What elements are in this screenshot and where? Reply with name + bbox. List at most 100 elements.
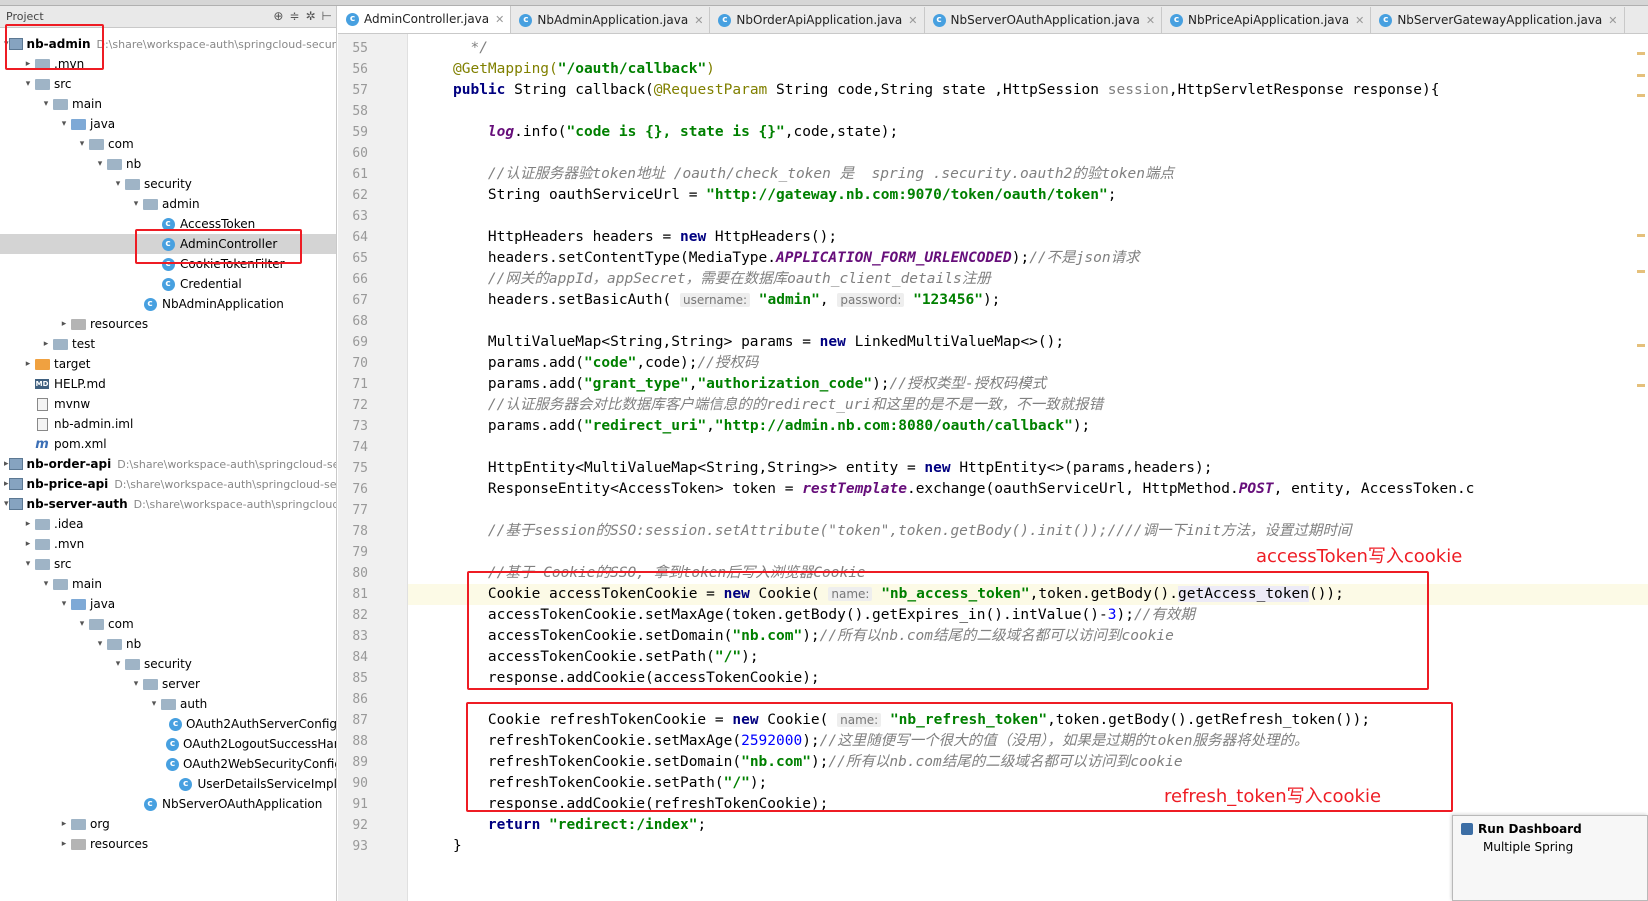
settings-icon[interactable]: ✲ bbox=[305, 9, 315, 23]
close-icon[interactable]: ✕ bbox=[1146, 14, 1155, 27]
tree-item[interactable]: c Credential bbox=[0, 274, 336, 294]
code-line[interactable]: //网关的appId，appSecret，需要在数据库oauth_client_… bbox=[453, 269, 991, 290]
tree-item[interactable]: ▸ nb-price-api D:\share\workspace-auth\spr… bbox=[0, 474, 336, 494]
tree-item[interactable]: ▸ nb-order-api D:\share\workspace-auth\spr… bbox=[0, 454, 336, 474]
code-line[interactable]: refreshTokenCookie.setMaxAge(2592000);//… bbox=[453, 731, 1309, 752]
tree-item[interactable]: m pom.xml bbox=[0, 434, 336, 454]
tree-item[interactable]: ▾ nb-server-auth D:\share\workspace-auth\s… bbox=[0, 494, 336, 514]
locate-icon[interactable]: ⊕ bbox=[273, 9, 283, 23]
code-line[interactable]: log.info("code is {}, state is {}",code,… bbox=[453, 122, 898, 143]
hide-panel-icon[interactable]: ⊢ bbox=[322, 9, 332, 23]
close-icon[interactable]: ✕ bbox=[1608, 14, 1617, 27]
code-line[interactable]: public String callback(@RequestParam Str… bbox=[453, 80, 1439, 101]
tree-item[interactable]: ▸ target bbox=[0, 354, 336, 374]
tree-item[interactable]: ▾ main bbox=[0, 94, 336, 114]
tree-item[interactable]: ▾ com bbox=[0, 614, 336, 634]
tree-item[interactable]: ▸ resources bbox=[0, 834, 336, 854]
tree-item[interactable]: ▾ java bbox=[0, 114, 336, 134]
code-line[interactable]: String oauthServiceUrl = "http://gateway… bbox=[453, 185, 1117, 206]
tree-item[interactable]: c OAuth2AuthServerConfig bbox=[0, 714, 336, 734]
chevron-right-icon[interactable]: ▸ bbox=[22, 59, 34, 69]
close-icon[interactable]: ✕ bbox=[908, 14, 917, 27]
chevron-right-icon[interactable]: ▸ bbox=[58, 819, 70, 829]
code-line[interactable]: params.add("code",code);//授权码 bbox=[453, 353, 759, 374]
code-line[interactable]: //认证服务器会对比数据库客户端信息的的redirect_uri和这里的是不是一… bbox=[453, 395, 1103, 416]
tree-item[interactable]: ▾ auth bbox=[0, 694, 336, 714]
tree-item[interactable]: c OAuth2LogoutSuccessHan bbox=[0, 734, 336, 754]
tree-item[interactable]: c UserDetailsServiceImpl bbox=[0, 774, 336, 794]
code-line[interactable]: headers.setContentType(MediaType.APPLICA… bbox=[453, 248, 1140, 269]
code-line[interactable]: @GetMapping("/oauth/callback") bbox=[453, 59, 715, 80]
code-line[interactable]: //认证服务器验token地址 /oauth/check_token 是 spr… bbox=[453, 164, 1174, 185]
chevron-down-icon[interactable]: ▾ bbox=[130, 679, 142, 689]
tree-item[interactable]: ▾ src bbox=[0, 74, 336, 94]
tree-item[interactable]: c OAuth2WebSecurityConfig bbox=[0, 754, 336, 774]
chevron-down-icon[interactable]: ▾ bbox=[76, 619, 88, 629]
chevron-down-icon[interactable]: ▾ bbox=[58, 119, 70, 129]
tree-item[interactable]: ▾ admin bbox=[0, 194, 336, 214]
chevron-right-icon[interactable]: ▸ bbox=[58, 839, 70, 849]
code-line[interactable]: //基于 Cookie的SSO, 拿到token后写入浏览器Cookie bbox=[453, 563, 866, 584]
chevron-down-icon[interactable]: ▾ bbox=[130, 199, 142, 209]
code-line[interactable]: response.addCookie(refreshTokenCookie); bbox=[453, 794, 828, 815]
tree-item[interactable]: ▾ java bbox=[0, 594, 336, 614]
chevron-down-icon[interactable]: ▾ bbox=[22, 79, 34, 89]
editor-tab[interactable]: c AdminController.java ✕ bbox=[338, 6, 512, 33]
code-line[interactable]: return "redirect:/index"; bbox=[453, 815, 706, 836]
tree-item[interactable]: ▾ com bbox=[0, 134, 336, 154]
chevron-right-icon[interactable]: ▸ bbox=[58, 319, 70, 329]
code-line[interactable]: HttpHeaders headers = new HttpHeaders(); bbox=[453, 227, 837, 248]
code-line[interactable]: headers.setBasicAuth( username: "admin",… bbox=[453, 290, 1001, 311]
tree-item[interactable]: ▸ .idea bbox=[0, 514, 336, 534]
code-line[interactable]: params.add("redirect_uri","http://admin.… bbox=[453, 416, 1090, 437]
code-line[interactable]: MultiValueMap<String,String> params = ne… bbox=[453, 332, 1064, 353]
code-line[interactable]: refreshTokenCookie.setPath("/"); bbox=[453, 773, 767, 794]
tree-item[interactable]: ▸ test bbox=[0, 334, 336, 354]
code-line[interactable]: refreshTokenCookie.setDomain("nb.com");/… bbox=[453, 752, 1183, 773]
code-line[interactable]: Cookie refreshTokenCookie = new Cookie( … bbox=[453, 710, 1370, 731]
chevron-down-icon[interactable]: ▾ bbox=[148, 699, 160, 709]
chevron-down-icon[interactable]: ▾ bbox=[40, 99, 52, 109]
tree-item[interactable]: c AdminController bbox=[0, 234, 336, 254]
editor-tab[interactable]: c NbServerOAuthApplication.java ✕ bbox=[925, 7, 1163, 33]
run-dashboard-popup[interactable]: Run Dashboard Multiple Spring bbox=[1452, 815, 1648, 901]
editor-tab[interactable]: c NbOrderApiApplication.java ✕ bbox=[710, 7, 925, 33]
close-icon[interactable]: ✕ bbox=[694, 14, 703, 27]
chevron-right-icon[interactable]: ▸ bbox=[40, 339, 52, 349]
code-line[interactable]: //基于session的SSO:session.setAttribute("to… bbox=[453, 521, 1352, 542]
code-line[interactable]: response.addCookie(accessTokenCookie); bbox=[453, 668, 820, 689]
tree-item[interactable]: c CookieTokenFilter bbox=[0, 254, 336, 274]
tree-item[interactable]: mvnw bbox=[0, 394, 336, 414]
chevron-down-icon[interactable]: ▾ bbox=[94, 159, 106, 169]
code-line[interactable]: */ bbox=[453, 38, 487, 59]
close-icon[interactable]: ✕ bbox=[1355, 14, 1364, 27]
tree-item[interactable]: c NbServerOAuthApplication bbox=[0, 794, 336, 814]
editor-tab[interactable]: c NbPriceApiApplication.java ✕ bbox=[1162, 7, 1372, 33]
tree-item[interactable]: ▸ .mvn bbox=[0, 54, 336, 74]
chevron-down-icon[interactable]: ▾ bbox=[76, 139, 88, 149]
code-area[interactable]: */@GetMapping("/oauth/callback") public S… bbox=[408, 34, 1648, 901]
tree-item[interactable]: ▾ security bbox=[0, 174, 336, 194]
scrollbar-markers[interactable] bbox=[1634, 34, 1648, 901]
tree-item[interactable]: ▸ resources bbox=[0, 314, 336, 334]
editor-tab[interactable]: c NbAdminApplication.java ✕ bbox=[511, 7, 711, 33]
chevron-down-icon[interactable]: ▾ bbox=[40, 579, 52, 589]
tree-item[interactable]: nb-admin.iml bbox=[0, 414, 336, 434]
chevron-right-icon[interactable]: ▸ bbox=[22, 519, 34, 529]
chevron-right-icon[interactable]: ▸ bbox=[22, 539, 34, 549]
tree-item[interactable]: ▾ nb bbox=[0, 154, 336, 174]
tree-item[interactable]: ▾ main bbox=[0, 574, 336, 594]
code-line[interactable]: } bbox=[453, 836, 462, 857]
close-icon[interactable]: ✕ bbox=[495, 13, 504, 26]
tree-item[interactable]: ▾ src bbox=[0, 554, 336, 574]
tree-item[interactable]: ▾ server bbox=[0, 674, 336, 694]
chevron-down-icon[interactable]: ▾ bbox=[22, 559, 34, 569]
tree-item[interactable]: ▸ org bbox=[0, 814, 336, 834]
code-line[interactable]: HttpEntity<MultiValueMap<String,String>>… bbox=[453, 458, 1213, 479]
chevron-down-icon[interactable]: ▾ bbox=[58, 599, 70, 609]
chevron-down-icon[interactable]: ▾ bbox=[112, 179, 124, 189]
tree-item[interactable]: ▾ nb-admin D:\share\workspace-auth\springc… bbox=[0, 34, 336, 54]
tree-item[interactable]: c NbAdminApplication bbox=[0, 294, 336, 314]
tree-item[interactable]: ▾ nb bbox=[0, 634, 336, 654]
code-line[interactable]: ResponseEntity<AccessToken> token = rest… bbox=[453, 479, 1475, 500]
